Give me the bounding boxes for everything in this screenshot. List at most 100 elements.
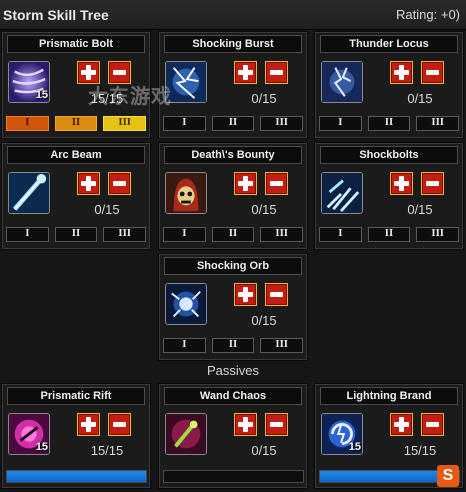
minus-icon xyxy=(426,181,439,186)
skill-level-counter: 15/15 xyxy=(403,443,437,458)
add-point-button[interactable] xyxy=(77,413,100,436)
skill-panel-shocking-burst: Shocking Burst 0/15 I II III xyxy=(158,31,308,139)
add-point-button[interactable] xyxy=(77,172,100,195)
tier-button-2[interactable]: II xyxy=(367,227,411,242)
prismatic-bolt-icon[interactable]: 15 xyxy=(8,61,50,103)
tier-button-2[interactable]: II xyxy=(211,338,255,353)
remove-point-button[interactable] xyxy=(265,172,288,195)
plus-icon xyxy=(394,176,409,191)
skill-name: Shocking Burst xyxy=(164,35,302,53)
remove-point-button[interactable] xyxy=(265,413,288,436)
skill-level-counter: 0/15 xyxy=(251,443,277,458)
remove-point-button[interactable] xyxy=(421,61,444,84)
tier-selector: I II III xyxy=(6,227,147,242)
tier-button-3[interactable]: III xyxy=(260,227,304,242)
tier-selector: I II III xyxy=(319,116,460,131)
tier-button-1[interactable]: I xyxy=(163,116,206,131)
remove-point-button[interactable] xyxy=(108,61,131,84)
skill-name: Arc Beam xyxy=(7,146,145,164)
add-point-button[interactable] xyxy=(390,61,413,84)
tier-button-1[interactable]: I xyxy=(319,227,362,242)
passive-panel-prismatic-rift: Prismatic Rift 15 15/15 xyxy=(1,383,151,489)
tier-button-1[interactable]: I xyxy=(319,116,362,131)
tier-button-2[interactable]: II xyxy=(54,227,98,242)
minus-icon xyxy=(113,70,126,75)
tier-button-1[interactable]: I xyxy=(6,227,49,242)
skill-level-badge: 15 xyxy=(35,89,48,101)
site-logo-icon: S xyxy=(437,465,459,487)
minus-icon xyxy=(426,422,439,427)
remove-point-button[interactable] xyxy=(265,61,288,84)
skill-level-badge: 15 xyxy=(35,441,48,453)
tier-selector: I II III xyxy=(163,116,304,131)
tier-button-2[interactable]: II xyxy=(211,227,255,242)
tier-button-3[interactable]: III xyxy=(260,116,304,131)
skill-level-counter: 0/15 xyxy=(407,202,433,217)
passives-heading: Passives xyxy=(206,363,260,378)
prismatic-rift-icon[interactable]: 15 xyxy=(8,413,50,455)
tier-button-3[interactable]: III xyxy=(416,116,460,131)
add-point-button[interactable] xyxy=(390,172,413,195)
skill-panel-shockbolts: Shockbolts 0/15 I II III xyxy=(314,142,464,250)
remove-point-button[interactable] xyxy=(421,172,444,195)
add-point-button[interactable] xyxy=(234,283,257,306)
add-point-button[interactable] xyxy=(390,413,413,436)
plus-icon xyxy=(394,417,409,432)
remove-point-button[interactable] xyxy=(265,283,288,306)
plus-icon xyxy=(81,65,96,80)
tier-selector: I II III xyxy=(6,116,147,131)
shocking-burst-icon[interactable] xyxy=(165,61,207,103)
add-point-button[interactable] xyxy=(234,413,257,436)
passive-panel-wand-chaos: Wand Chaos 0/15 xyxy=(158,383,308,489)
plus-icon xyxy=(238,176,253,191)
remove-point-button[interactable] xyxy=(108,172,131,195)
skill-name: Shockbolts xyxy=(320,146,458,164)
skill-level-counter: 0/15 xyxy=(94,202,120,217)
skill-level-counter: 0/15 xyxy=(407,91,433,106)
add-point-button[interactable] xyxy=(234,172,257,195)
skill-name: Shocking Orb xyxy=(164,257,302,275)
skill-name: Wand Chaos xyxy=(164,387,302,405)
tier-button-1[interactable]: I xyxy=(6,116,49,131)
skill-panel-shocking-orb: Shocking Orb 0/15 I II III xyxy=(158,253,308,361)
tier-button-2[interactable]: II xyxy=(54,116,98,131)
tier-button-2[interactable]: II xyxy=(367,116,411,131)
tier-button-3[interactable]: III xyxy=(103,227,147,242)
minus-icon xyxy=(113,181,126,186)
lightning-brand-icon[interactable]: 15 xyxy=(321,413,363,455)
shocking-orb-icon[interactable] xyxy=(165,283,207,325)
skill-panel-death-s-bounty: Death\'s Bounty 0/15 I II III xyxy=(158,142,308,250)
remove-point-button[interactable] xyxy=(421,413,444,436)
plus-icon xyxy=(81,176,96,191)
passive-progress-bar xyxy=(6,470,147,483)
skill-panel-thunder-locus: Thunder Locus 0/15 I II III xyxy=(314,31,464,139)
minus-icon xyxy=(113,422,126,427)
plus-icon xyxy=(394,65,409,80)
tier-button-1[interactable]: I xyxy=(163,227,206,242)
skill-name: Prismatic Rift xyxy=(7,387,145,405)
tier-button-1[interactable]: I xyxy=(163,338,206,353)
minus-icon xyxy=(270,70,283,75)
thunder-locus-icon[interactable] xyxy=(321,61,363,103)
plus-icon xyxy=(238,287,253,302)
minus-icon xyxy=(270,181,283,186)
skill-name: Death\'s Bounty xyxy=(164,146,302,164)
tier-button-2[interactable]: II xyxy=(211,116,255,131)
passive-progress-fill xyxy=(7,471,146,482)
window-header: Storm Skill Tree Rating: +0) xyxy=(0,0,466,30)
shockbolts-icon[interactable] xyxy=(321,172,363,214)
tier-button-3[interactable]: III xyxy=(260,338,304,353)
skill-level-counter: 0/15 xyxy=(251,91,277,106)
tier-button-3[interactable]: III xyxy=(103,116,147,131)
wand-chaos-icon[interactable] xyxy=(165,413,207,455)
add-point-button[interactable] xyxy=(234,61,257,84)
deaths-bounty-icon[interactable] xyxy=(165,172,207,214)
plus-icon xyxy=(238,417,253,432)
plus-icon xyxy=(238,65,253,80)
skill-name: Lightning Brand xyxy=(320,387,458,405)
tier-button-3[interactable]: III xyxy=(416,227,460,242)
arc-beam-icon[interactable] xyxy=(8,172,50,214)
minus-icon xyxy=(270,422,283,427)
add-point-button[interactable] xyxy=(77,61,100,84)
remove-point-button[interactable] xyxy=(108,413,131,436)
